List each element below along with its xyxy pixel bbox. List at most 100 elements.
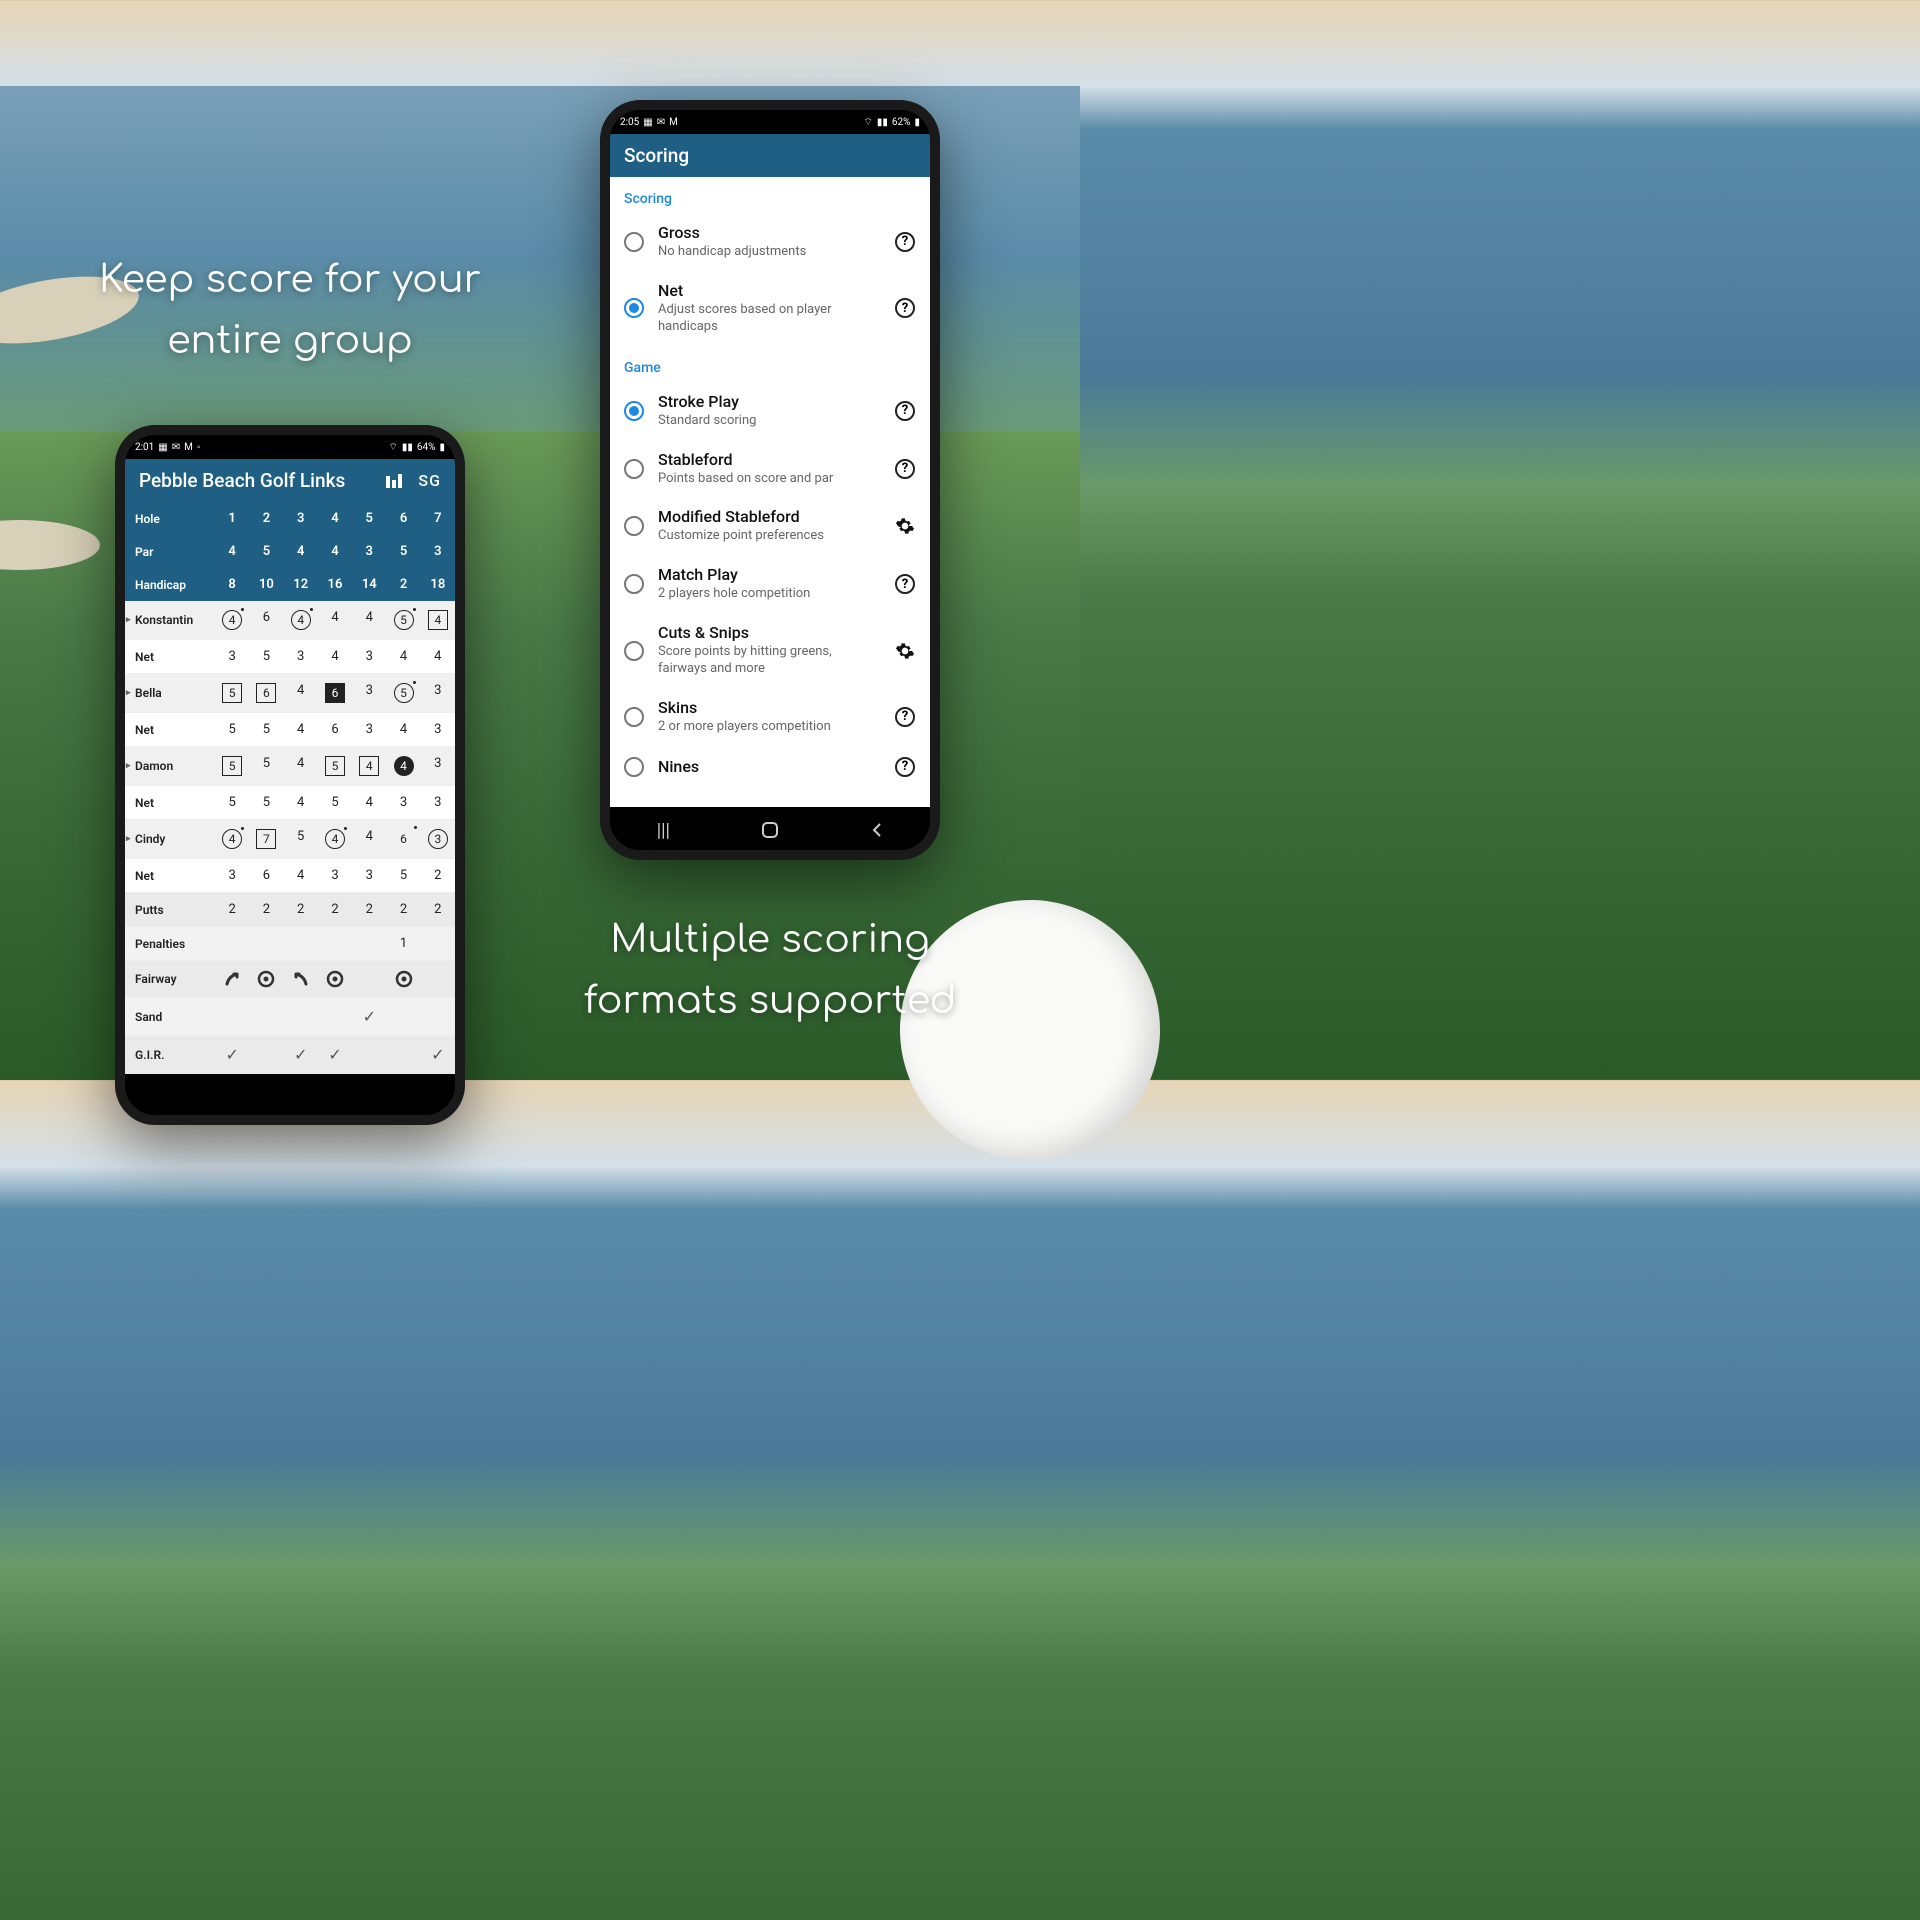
- net-cell[interactable]: 3: [284, 640, 318, 673]
- score-cell[interactable]: 5: [386, 674, 420, 712]
- net-cell[interactable]: 5: [318, 786, 352, 819]
- net-cell[interactable]: 3: [421, 713, 455, 746]
- penalties-cell[interactable]: 1: [386, 927, 420, 960]
- radio-button[interactable]: [624, 401, 644, 421]
- settings-body[interactable]: Scoring GrossNo handicap adjustments?Net…: [610, 177, 930, 807]
- penalties-cell[interactable]: [421, 927, 455, 960]
- radio-button[interactable]: [624, 574, 644, 594]
- penalties-cell[interactable]: [352, 927, 386, 960]
- sand-cell[interactable]: [318, 998, 352, 1035]
- score-cell[interactable]: 5: [284, 820, 318, 858]
- net-cell[interactable]: 4: [284, 713, 318, 746]
- score-cell[interactable]: 4: [215, 820, 249, 858]
- putts-cell[interactable]: 2: [318, 893, 352, 926]
- option-row[interactable]: GrossNo handicap adjustments?: [610, 213, 930, 271]
- score-cell[interactable]: 4: [386, 747, 420, 785]
- score-cell[interactable]: 4: [352, 601, 386, 639]
- score-cell[interactable]: 4: [215, 601, 249, 639]
- help-icon[interactable]: ?: [894, 756, 916, 778]
- option-row[interactable]: StablefordPoints based on score and par?: [610, 440, 930, 498]
- net-cell[interactable]: 4: [386, 713, 420, 746]
- radio-button[interactable]: [624, 516, 644, 536]
- net-cell[interactable]: 2: [421, 859, 455, 892]
- net-cell[interactable]: 4: [318, 640, 352, 673]
- gir-cell[interactable]: ✓: [215, 1036, 249, 1073]
- net-cell[interactable]: 6: [249, 859, 283, 892]
- score-cell[interactable]: 6: [249, 601, 283, 639]
- option-row[interactable]: Modified StablefordCustomize point prefe…: [610, 497, 930, 555]
- help-icon[interactable]: ?: [894, 573, 916, 595]
- gir-cell[interactable]: ✓: [284, 1036, 318, 1073]
- home-button[interactable]: [758, 818, 782, 842]
- sand-cell[interactable]: [421, 998, 455, 1035]
- net-cell[interactable]: 3: [352, 640, 386, 673]
- net-cell[interactable]: 5: [215, 713, 249, 746]
- putts-cell[interactable]: 2: [215, 893, 249, 926]
- sand-cell[interactable]: [386, 998, 420, 1035]
- help-icon[interactable]: ?: [894, 400, 916, 422]
- penalties-cell[interactable]: [215, 927, 249, 960]
- score-cell[interactable]: 6: [386, 820, 420, 858]
- option-row[interactable]: Stroke PlayStandard scoring?: [610, 382, 930, 440]
- putts-cell[interactable]: 2: [249, 893, 283, 926]
- putts-cell[interactable]: 2: [284, 893, 318, 926]
- net-cell[interactable]: 3: [421, 786, 455, 819]
- gir-cell[interactable]: [386, 1036, 420, 1073]
- net-cell[interactable]: 4: [421, 640, 455, 673]
- net-cell[interactable]: 3: [352, 859, 386, 892]
- option-row[interactable]: Skins2 or more players competition?: [610, 688, 930, 746]
- net-cell[interactable]: 5: [386, 859, 420, 892]
- recents-button[interactable]: |||: [651, 818, 675, 842]
- radio-button[interactable]: [624, 298, 644, 318]
- score-cell[interactable]: 3: [352, 674, 386, 712]
- net-cell[interactable]: 5: [249, 640, 283, 673]
- score-cell[interactable]: 4: [284, 674, 318, 712]
- gir-cell[interactable]: ✓: [421, 1036, 455, 1073]
- option-row[interactable]: Match Play2 players hole competition?: [610, 555, 930, 613]
- help-icon[interactable]: ?: [894, 297, 916, 319]
- score-cell[interactable]: 5: [215, 747, 249, 785]
- score-cell[interactable]: 4: [352, 820, 386, 858]
- net-cell[interactable]: 3: [215, 859, 249, 892]
- net-cell[interactable]: 3: [386, 786, 420, 819]
- score-cell[interactable]: 4: [352, 747, 386, 785]
- score-cell[interactable]: 4: [318, 601, 352, 639]
- sand-cell[interactable]: [215, 998, 249, 1035]
- score-cell[interactable]: 7: [249, 820, 283, 858]
- net-cell[interactable]: 3: [352, 713, 386, 746]
- putts-cell[interactable]: 2: [421, 893, 455, 926]
- penalties-cell[interactable]: [284, 927, 318, 960]
- gir-cell[interactable]: ✓: [318, 1036, 352, 1073]
- score-cell[interactable]: 3: [421, 747, 455, 785]
- score-body[interactable]: Konstantin4644454Net3534344Bella5646353N…: [125, 601, 455, 1074]
- sand-cell[interactable]: [284, 998, 318, 1035]
- score-cell[interactable]: 4: [318, 820, 352, 858]
- fairway-cell[interactable]: [284, 961, 318, 997]
- score-cell[interactable]: 3: [421, 820, 455, 858]
- help-icon[interactable]: ?: [894, 458, 916, 480]
- penalties-cell[interactable]: [318, 927, 352, 960]
- fairway-cell[interactable]: [249, 961, 283, 997]
- radio-button[interactable]: [624, 459, 644, 479]
- fairway-cell[interactable]: [215, 961, 249, 997]
- net-cell[interactable]: 4: [352, 786, 386, 819]
- net-cell[interactable]: 6: [318, 713, 352, 746]
- radio-button[interactable]: [624, 232, 644, 252]
- net-cell[interactable]: 4: [284, 786, 318, 819]
- option-row[interactable]: Cuts & SnipsScore points by hitting gree…: [610, 613, 930, 688]
- score-cell[interactable]: 5: [249, 747, 283, 785]
- option-row[interactable]: NetAdjust scores based on player handica…: [610, 271, 930, 346]
- net-cell[interactable]: 3: [318, 859, 352, 892]
- penalties-cell[interactable]: [249, 927, 283, 960]
- score-cell[interactable]: 6: [249, 674, 283, 712]
- net-cell[interactable]: 5: [249, 713, 283, 746]
- help-icon[interactable]: ?: [894, 706, 916, 728]
- score-cell[interactable]: 4: [284, 747, 318, 785]
- score-cell[interactable]: 5: [318, 747, 352, 785]
- fairway-cell[interactable]: [352, 961, 386, 997]
- putts-cell[interactable]: 2: [386, 893, 420, 926]
- fairway-cell[interactable]: [318, 961, 352, 997]
- net-cell[interactable]: 5: [249, 786, 283, 819]
- score-cell[interactable]: 4: [284, 601, 318, 639]
- fairway-cell[interactable]: [386, 961, 420, 997]
